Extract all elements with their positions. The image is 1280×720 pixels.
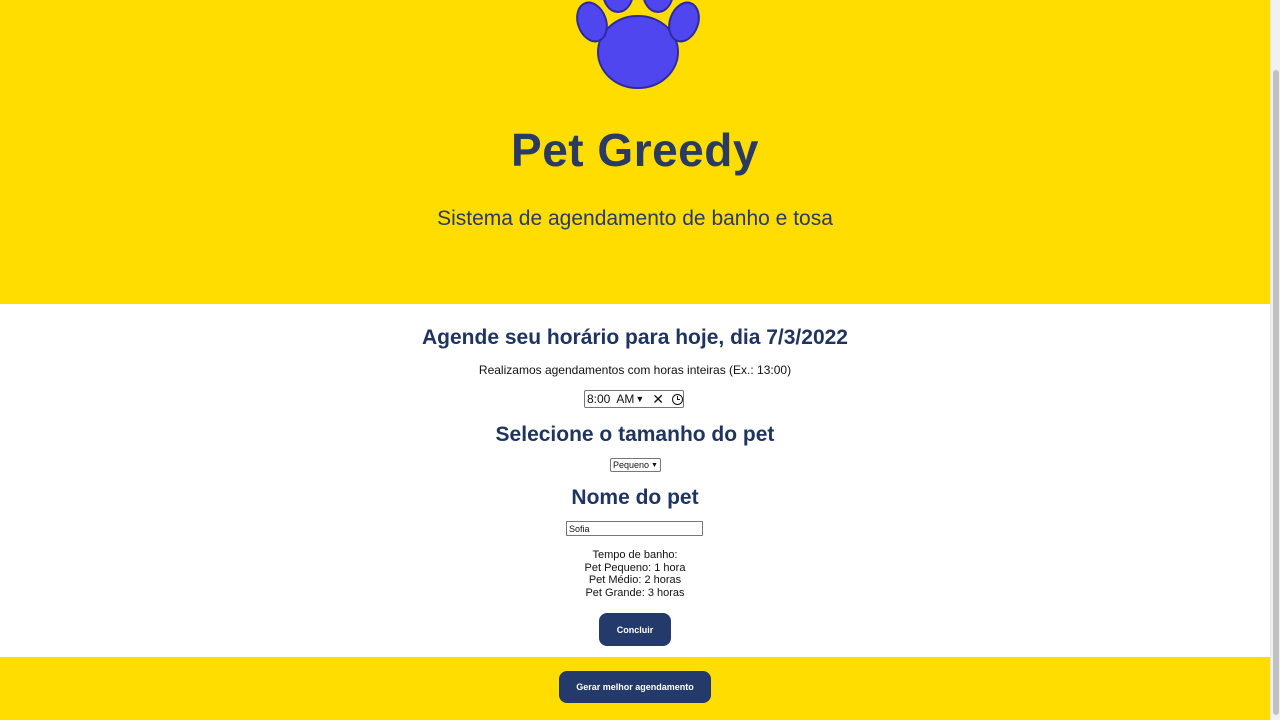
bath-times-heading: Tempo de banho: bbox=[592, 549, 678, 561]
pet-name-input[interactable] bbox=[566, 521, 703, 536]
bath-times: Tempo de banho: Pet Pequeno: 1 hora Pet … bbox=[0, 549, 1270, 599]
scrollbar-thumb[interactable] bbox=[1273, 70, 1279, 715]
clear-icon[interactable]: ✕ bbox=[652, 392, 664, 406]
generate-schedule-button[interactable]: Gerar melhor agendamento bbox=[559, 671, 711, 703]
schedule-title: Agende seu horário para hoje, dia 7/3/20… bbox=[422, 326, 848, 349]
bath-time-large: Pet Grande: 3 horas bbox=[585, 586, 685, 599]
page: Pet Greedy Sistema de agendamento de ban… bbox=[0, 0, 1270, 720]
time-value[interactable]: 8:00 bbox=[587, 392, 610, 406]
schedule-hint: Realizamos agendamentos com horas inteir… bbox=[478, 363, 792, 377]
chevron-down-icon: ▼ bbox=[651, 461, 658, 469]
time-input[interactable]: 8:00 AM ▼ ✕ bbox=[584, 390, 684, 408]
brand-subtitle: Sistema de agendamento de banho e tosa bbox=[437, 207, 833, 230]
booking-form: Agende seu horário para hoje, dia 7/3/20… bbox=[0, 304, 1270, 657]
bath-time-small: Pet Pequeno: 1 hora bbox=[584, 561, 686, 574]
pet-size-select[interactable]: Pequeno ▼ bbox=[610, 458, 661, 472]
pet-name-title: Nome do pet bbox=[571, 486, 699, 509]
chevron-down-icon: ▼ bbox=[635, 394, 645, 404]
footer-bar: Gerar melhor agendamento bbox=[0, 657, 1270, 720]
pet-size-value: Pequeno bbox=[613, 460, 650, 470]
clock-icon[interactable] bbox=[672, 393, 684, 405]
size-title: Selecione o tamanho do pet bbox=[495, 423, 775, 446]
bath-time-medium: Pet Médio: 2 horas bbox=[588, 574, 682, 587]
conclude-button[interactable]: Concluir bbox=[599, 613, 671, 646]
page-scrollbar[interactable] bbox=[1270, 0, 1280, 720]
time-period-select[interactable]: AM ▼ bbox=[616, 392, 644, 406]
brand-title: Pet Greedy bbox=[511, 124, 759, 176]
time-period-value: AM bbox=[616, 392, 635, 406]
header-banner: Pet Greedy Sistema de agendamento de ban… bbox=[0, 0, 1270, 304]
paw-icon bbox=[576, 0, 700, 89]
